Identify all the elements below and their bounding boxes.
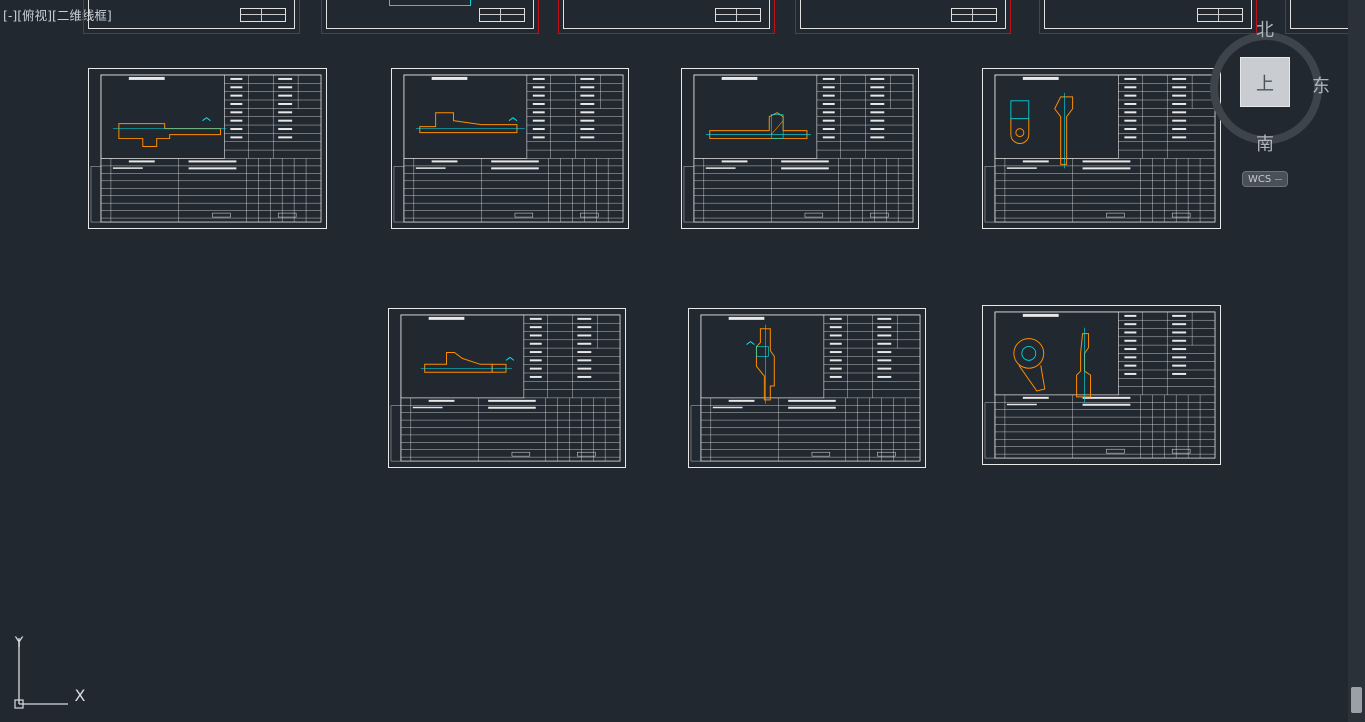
drawing-sheet-7[interactable] [982, 305, 1221, 465]
compass-north[interactable]: 北 [1256, 16, 1274, 42]
vertical-scrollbar[interactable] [1348, 0, 1365, 722]
drawing-sheet-6[interactable] [688, 308, 926, 468]
drawing-sheet-4[interactable] [982, 68, 1221, 229]
ucs-x-label: X [75, 686, 86, 705]
partial-sheet [321, 0, 539, 34]
drawing-canvas[interactable]: [-][俯视][二维线框] 上 北 东 南 WCS Y X [0, 0, 1355, 722]
drawing-sheet-2[interactable] [391, 68, 629, 229]
wcs-menu[interactable]: WCS [1242, 171, 1288, 187]
ucs-y-label: Y [14, 635, 24, 651]
compass-south[interactable]: 南 [1256, 130, 1274, 156]
drawing-sheet-5[interactable] [388, 308, 626, 468]
viewcube[interactable]: 上 北 东 南 WCS [1206, 14, 1346, 194]
top-face-label: 上 [1256, 74, 1274, 95]
drawing-sheet-3[interactable] [681, 68, 919, 229]
partial-sheet [795, 0, 1011, 34]
partial-sheet [83, 0, 300, 34]
partial-sheet [558, 0, 775, 34]
view-menu[interactable]: [俯视] [17, 8, 52, 23]
drawing-sheet-1[interactable] [88, 68, 327, 229]
viewcube-top-face[interactable]: 上 [1240, 57, 1290, 107]
ucs-icon: Y X [14, 635, 86, 709]
viewport-controls-menu[interactable]: [-] [3, 8, 17, 23]
compass-east[interactable]: 东 [1312, 72, 1330, 98]
scrollbar-thumb[interactable] [1351, 687, 1362, 713]
